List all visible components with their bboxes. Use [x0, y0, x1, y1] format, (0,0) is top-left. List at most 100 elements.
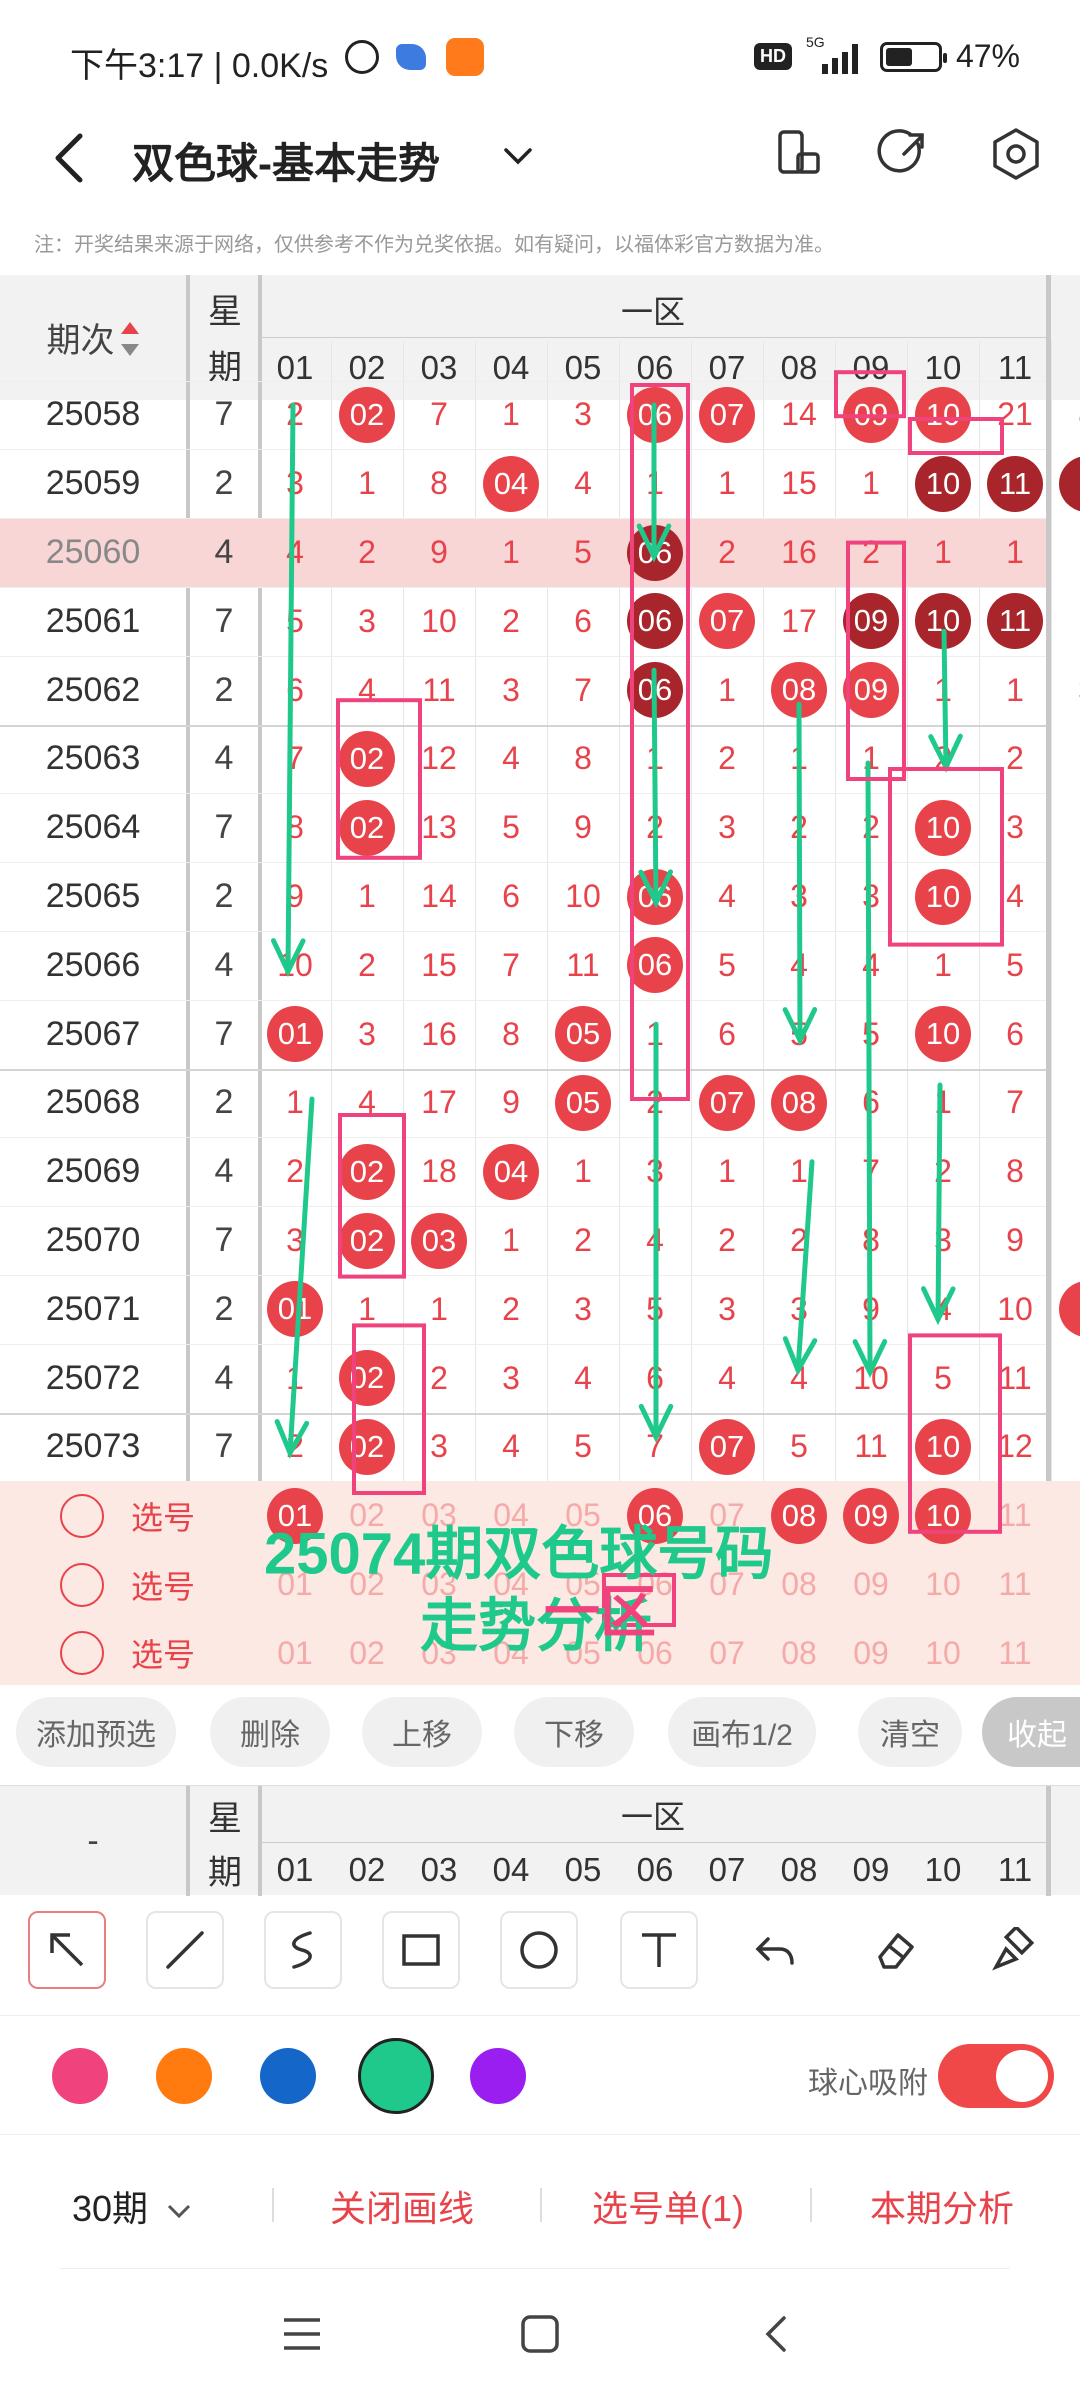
pick-number[interactable]: 02 — [331, 1481, 403, 1550]
number-ball[interactable]: 06 — [627, 593, 683, 650]
pick-number[interactable]: 09 — [835, 1619, 907, 1685]
period-selector[interactable]: 30期 — [72, 2180, 194, 2232]
number-ball[interactable]: 04 — [483, 1143, 539, 1200]
pick-number[interactable]: 05 — [547, 1481, 619, 1550]
back-icon[interactable] — [46, 128, 96, 188]
number-ball[interactable]: 02 — [339, 1143, 395, 1200]
number-ball[interactable]: 06 — [627, 387, 683, 443]
number-ball[interactable]: 11 — [987, 593, 1043, 650]
pick-number[interactable]: 04 — [475, 1619, 547, 1685]
number-ball[interactable]: 02 — [339, 1350, 395, 1407]
pick-list-button[interactable]: 选号单(1) — [592, 2180, 744, 2232]
pick-action-button[interactable]: 收起 — [982, 1697, 1080, 1767]
pick-number[interactable]: 11 — [979, 1619, 1051, 1685]
undo-icon[interactable] — [736, 1911, 814, 1989]
pick-number[interactable]: 02 — [331, 1550, 403, 1619]
close-lines-button[interactable]: 关闭画线 — [330, 2180, 474, 2232]
number-ball[interactable]: 09 — [843, 593, 899, 650]
number-ball[interactable]: 07 — [699, 1419, 755, 1475]
pick-ball[interactable]: 06 — [627, 1487, 683, 1544]
snap-toggle[interactable] — [938, 2044, 1054, 2108]
number-ball[interactable]: 10 — [915, 1419, 971, 1475]
pick-number[interactable]: 1 — [1051, 1481, 1080, 1550]
page-title[interactable]: 双色球-基本走势 — [132, 130, 440, 191]
number-ball[interactable]: 02 — [339, 731, 395, 787]
pick-number[interactable]: 07 — [691, 1481, 763, 1550]
number-ball[interactable]: 06 — [627, 868, 683, 925]
number-ball[interactable]: 08 — [771, 662, 827, 719]
number-ball[interactable]: 10 — [915, 455, 971, 512]
number-ball[interactable]: 04 — [483, 455, 539, 512]
pick-radio[interactable] — [60, 1493, 104, 1538]
rotate-screen-icon[interactable] — [768, 124, 828, 184]
pick-action-button[interactable]: 添加预选 — [16, 1697, 176, 1767]
number-ball[interactable]: 02 — [339, 1212, 395, 1269]
menu-icon[interactable] — [280, 2312, 324, 2356]
number-ball[interactable]: 05 — [555, 1006, 611, 1063]
pick-number[interactable]: 05 — [547, 1550, 619, 1619]
analysis-button[interactable]: 本期分析 — [870, 2180, 1014, 2232]
sort-icon[interactable] — [120, 321, 139, 334]
pick-action-button[interactable]: 删除 — [210, 1697, 330, 1767]
pick-number[interactable]: 11 — [979, 1550, 1051, 1619]
pick-number[interactable]: 06 — [619, 1550, 691, 1619]
home-icon[interactable] — [518, 2312, 562, 2356]
settings-icon[interactable] — [986, 124, 1046, 184]
pick-number[interactable]: 03 — [403, 1550, 475, 1619]
purple-color-swatch[interactable] — [470, 2048, 526, 2104]
number-ball[interactable]: 1 — [1059, 455, 1080, 512]
pick-ball[interactable]: 09 — [843, 1487, 899, 1544]
number-ball[interactable]: 05 — [555, 1075, 611, 1131]
back-nav-icon[interactable] — [756, 2312, 800, 2356]
number-ball[interactable]: 07 — [699, 593, 755, 650]
number-ball[interactable]: 06 — [627, 524, 683, 581]
rectangle-icon[interactable] — [382, 1911, 460, 1989]
pick-number[interactable]: 01 — [259, 1550, 331, 1619]
pick-number[interactable]: 03 — [403, 1619, 475, 1685]
number-ball[interactable]: 06 — [627, 662, 683, 719]
eraser-icon[interactable] — [856, 1911, 934, 1989]
line-icon[interactable] — [146, 1911, 224, 1989]
number-ball[interactable]: 02 — [339, 799, 395, 856]
number-ball[interactable]: 11 — [987, 455, 1043, 512]
pick-label[interactable]: 选号 — [118, 1561, 208, 1609]
pick-number[interactable]: 1 — [1051, 1550, 1080, 1619]
pick-number[interactable]: 04 — [475, 1550, 547, 1619]
trend-table[interactable]: 25074期双色球号码 走势分析 一区 期次星期一区 01 02 03 04 05 06 07 08… — [0, 275, 1080, 1685]
pink-color-swatch[interactable] — [52, 2048, 108, 2104]
pick-number[interactable]: 07 — [691, 1550, 763, 1619]
pick-ball[interactable]: 08 — [771, 1487, 827, 1544]
number-ball[interactable]: 09 — [843, 387, 899, 443]
number-ball[interactable]: 10 — [915, 1006, 971, 1063]
pick-number[interactable]: 08 — [763, 1550, 835, 1619]
pick-number[interactable]: 01 — [259, 1619, 331, 1685]
pick-label[interactable]: 选号 — [118, 1629, 208, 1677]
pick-number[interactable]: 10 — [907, 1619, 979, 1685]
number-ball[interactable]: 02 — [339, 387, 395, 443]
text-icon[interactable] — [620, 1911, 698, 1989]
pick-ball[interactable]: 10 — [915, 1487, 971, 1544]
green-color-swatch[interactable] — [358, 2038, 434, 2114]
pick-number[interactable]: 08 — [763, 1619, 835, 1685]
circle-icon[interactable] — [500, 1911, 578, 1989]
number-ball[interactable]: 07 — [699, 1075, 755, 1131]
pick-label[interactable]: 选号 — [118, 1492, 208, 1540]
share-icon[interactable] — [874, 124, 934, 184]
pick-number[interactable]: 06 — [619, 1619, 691, 1685]
pick-number[interactable]: 10 — [907, 1550, 979, 1619]
number-ball[interactable]: 1 — [1059, 1281, 1080, 1338]
number-ball[interactable]: 10 — [915, 593, 971, 650]
chevron-down-icon[interactable] — [498, 136, 538, 176]
number-ball[interactable]: 01 — [267, 1281, 323, 1338]
number-ball[interactable]: 10 — [915, 868, 971, 925]
pick-action-button[interactable]: 清空 — [858, 1697, 962, 1767]
orange-color-swatch[interactable] — [156, 2048, 212, 2104]
number-ball[interactable]: 08 — [771, 1075, 827, 1131]
number-ball[interactable]: 02 — [339, 1419, 395, 1475]
pick-number[interactable]: 03 — [403, 1481, 475, 1550]
number-ball[interactable]: 09 — [843, 662, 899, 719]
clear-brush-icon[interactable] — [974, 1911, 1052, 1989]
pick-action-button[interactable]: 下移 — [514, 1697, 634, 1767]
blue-color-swatch[interactable] — [260, 2048, 316, 2104]
pick-number[interactable]: 07 — [691, 1619, 763, 1685]
